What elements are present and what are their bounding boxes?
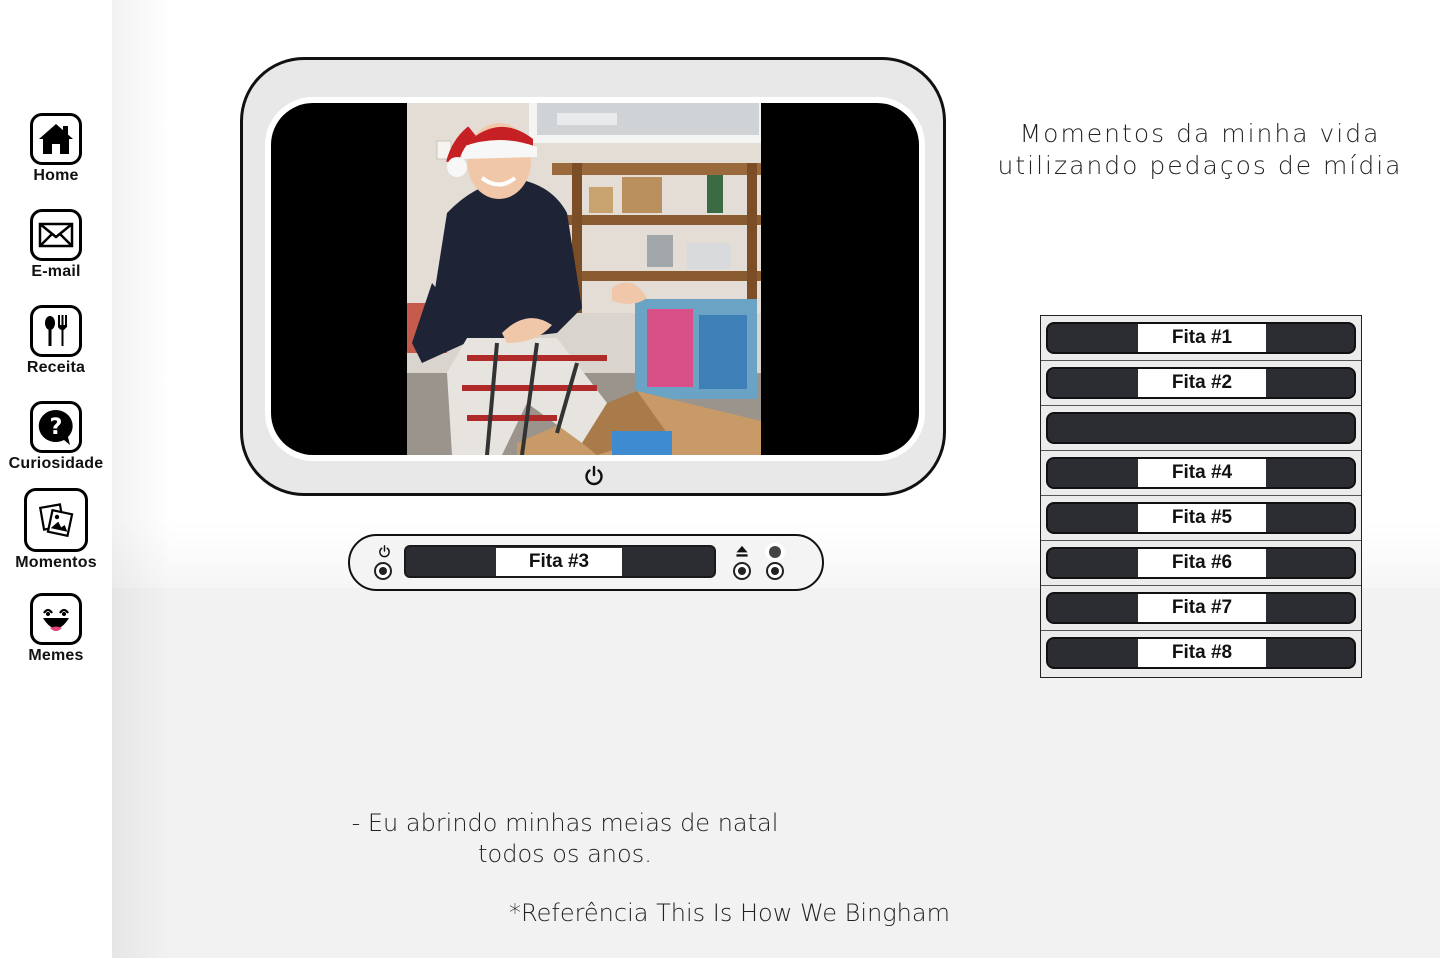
utensils-icon <box>30 305 82 357</box>
nav-email[interactable]: E-mail <box>0 209 112 281</box>
rack-slot: Fita #1 <box>1041 316 1361 361</box>
nav-curiosity[interactable]: ? Curiosidade <box>0 401 112 473</box>
vcr-tape-label: Fita #3 <box>496 548 622 576</box>
nav-curiosity-label: Curiosidade <box>8 455 104 472</box>
vcr-power-button[interactable] <box>375 543 393 559</box>
power-icon <box>585 465 603 486</box>
tape-label: Fita #7 <box>1138 594 1266 622</box>
nav-moments[interactable]: Momentos <box>0 488 112 572</box>
sidebar-shadow <box>112 0 172 958</box>
vcr-knob-left[interactable] <box>374 562 392 580</box>
nav-moments-label: Momentos <box>15 554 97 571</box>
tape-label: Fita #8 <box>1138 639 1266 667</box>
tv-set <box>240 57 946 496</box>
tv-screen <box>271 103 919 455</box>
rack-slot: Fita #7 <box>1041 586 1361 631</box>
eject-icon <box>736 545 748 557</box>
tape-label: Fita #6 <box>1138 549 1266 577</box>
question-bubble-icon: ? <box>30 401 82 453</box>
meme-face-icon <box>30 593 82 645</box>
caption-line-2: todos os anos. <box>478 840 652 868</box>
vcr-knob-right[interactable] <box>766 562 784 580</box>
tv-power-button[interactable] <box>583 465 605 487</box>
rack-slot: Fita #6 <box>1041 541 1361 586</box>
rack-slot: Fita #4 <box>1041 451 1361 496</box>
video-frame[interactable] <box>407 103 761 455</box>
home-icon <box>30 113 82 165</box>
nav-memes[interactable]: Memes <box>0 593 112 665</box>
sidebar: Home E-mail Receita ? Curiosidade Moment… <box>0 0 112 958</box>
tape-fita-5[interactable]: Fita #5 <box>1046 502 1356 534</box>
tape-empty-slot[interactable] <box>1046 412 1356 444</box>
tape-fita-4[interactable]: Fita #4 <box>1046 457 1356 489</box>
nav-email-label: E-mail <box>31 263 81 280</box>
vcr-knob-eject[interactable] <box>733 562 751 580</box>
tape-fita-6[interactable]: Fita #6 <box>1046 547 1356 579</box>
tape-fita-1[interactable]: Fita #1 <box>1046 322 1356 354</box>
rack-slot: Fita #5 <box>1041 496 1361 541</box>
rack-slot-empty <box>1041 406 1361 451</box>
nav-home[interactable]: Home <box>0 113 112 185</box>
tv-screen-frame <box>265 97 925 461</box>
rack-slot: Fita #8 <box>1041 631 1361 676</box>
vcr-player: Fita #3 <box>348 534 824 591</box>
tape-label: Fita #2 <box>1138 369 1266 397</box>
tape-label: Fita #5 <box>1138 504 1266 532</box>
reference-note: *Referência This Is How We Bingham <box>509 899 950 927</box>
eject-button[interactable] <box>733 543 751 559</box>
caption-line-1: - Eu abrindo minhas meias de natal <box>351 809 779 837</box>
nav-recipe-label: Receita <box>26 359 86 376</box>
headline-line-1: Momentos da minha vida <box>1019 119 1381 148</box>
tape-label: Fita #1 <box>1138 324 1266 352</box>
svg-text:?: ? <box>50 415 63 440</box>
tape-rack: Fita #1 Fita #2 Fita #4 Fita #5 Fita #6 … <box>1040 315 1362 678</box>
nav-memes-label: Memes <box>28 647 84 664</box>
nav-recipe[interactable]: Receita <box>0 305 112 377</box>
tape-fita-2[interactable]: Fita #2 <box>1046 367 1356 399</box>
tape-fita-7[interactable]: Fita #7 <box>1046 592 1356 624</box>
rack-slot: Fita #2 <box>1041 361 1361 406</box>
power-icon <box>378 544 390 557</box>
photos-icon <box>24 488 88 552</box>
tape-fita-8[interactable]: Fita #8 <box>1046 637 1356 669</box>
video-caption: - Eu abrindo minhas meias de natal todos… <box>348 808 782 870</box>
headline-line-2: utilizando pedaços de mídia <box>997 151 1403 180</box>
nav-home-label: Home <box>33 167 79 184</box>
vcr-tape-slot[interactable]: Fita #3 <box>404 545 716 578</box>
envelope-icon <box>30 209 82 261</box>
vcr-indicator-light <box>765 543 785 561</box>
page-headline: Momentos da minha vida utilizando pedaço… <box>990 118 1410 182</box>
tape-label: Fita #4 <box>1138 459 1266 487</box>
